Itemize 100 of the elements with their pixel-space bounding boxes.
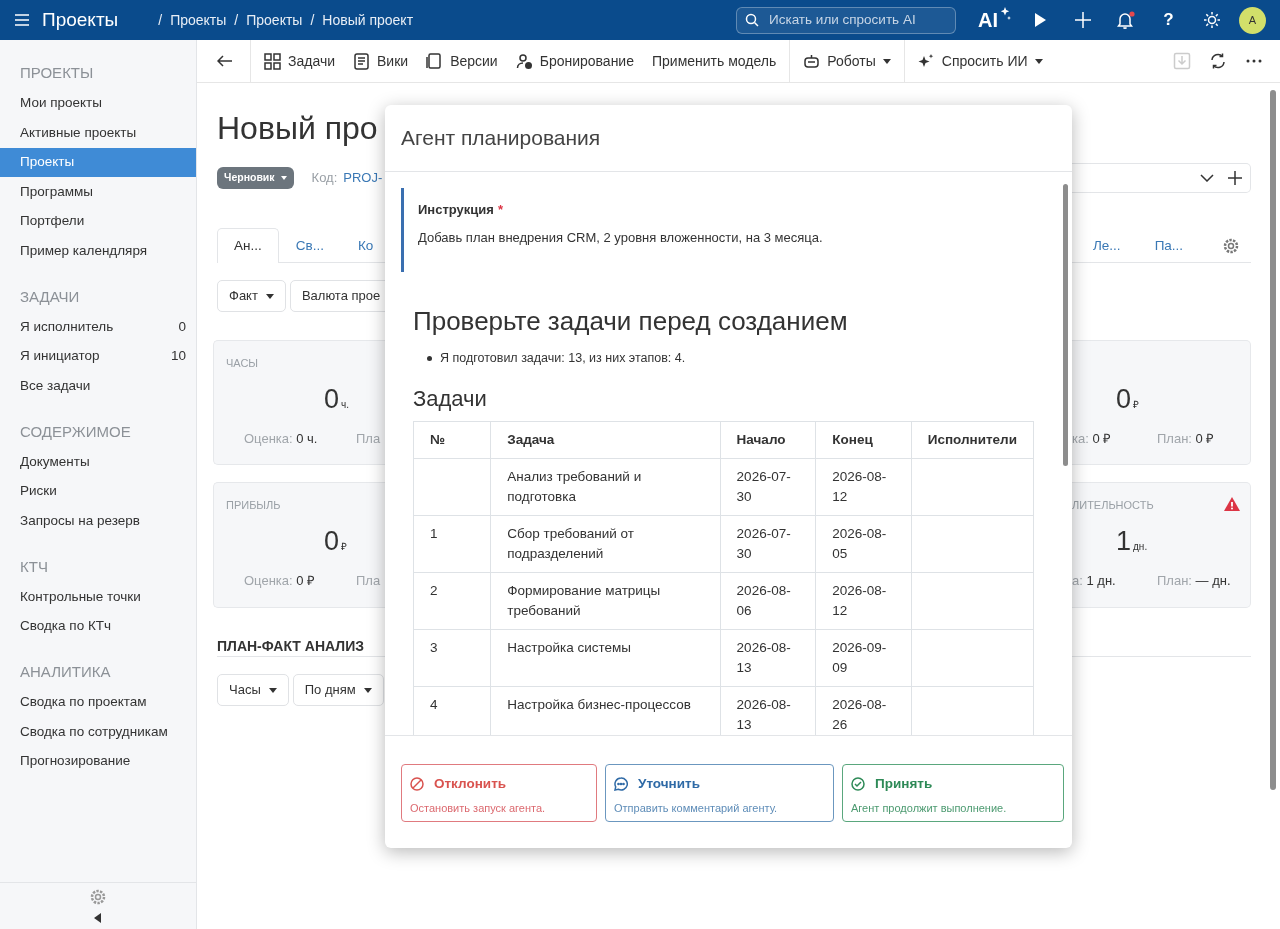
table-cell: Формирование матрицы требований (490, 572, 721, 630)
app-title[interactable]: Проекты (42, 5, 119, 35)
sidebar-item[interactable]: Пример календляря (20, 240, 148, 261)
sidebar-item[interactable]: Активные проекты (20, 122, 137, 143)
toolbar-button[interactable]: Задачи (255, 40, 344, 82)
sidebar-item[interactable]: Все задачи (20, 375, 91, 396)
sidebar-item[interactable]: Контрольные точки (20, 586, 141, 607)
toolbar-button[interactable]: Применить модель (643, 40, 786, 82)
estimate-text: а: 1 дн. (1072, 572, 1116, 590)
plan-text: План: — дн. (1157, 572, 1231, 590)
collapse-icon[interactable] (94, 913, 102, 923)
status-dropdown[interactable]: Черновик (217, 167, 294, 189)
toolbar-button[interactable]: Версии (417, 40, 507, 82)
sidebar-item[interactable]: Сводка по КТч (20, 616, 112, 637)
toolbar-button[interactable]: Роботы (794, 40, 900, 82)
scrollbar[interactable] (1063, 184, 1068, 466)
filter-dropdown[interactable]: Валюта прое (289, 280, 385, 312)
table-cell: Настройка системы (490, 629, 721, 687)
bell-icon[interactable] (1115, 10, 1136, 30)
filter-dropdown[interactable]: Часы (217, 674, 289, 706)
toolbar-button[interactable]: Бронирование (506, 40, 643, 82)
settings-icon[interactable] (90, 889, 106, 905)
section-heading: СОДЕРЖИМОЕ (19, 421, 132, 442)
filter-dropdown[interactable]: Факт (217, 280, 286, 312)
select-field[interactable] (1072, 163, 1251, 193)
sidebar-item[interactable]: Программы (20, 181, 93, 202)
code-link[interactable]: PROJ- (343, 168, 383, 188)
metric-value: 0₽ (324, 525, 348, 558)
metric-label: ЛИТЕЛЬНОСТЬ (1072, 498, 1154, 513)
accept-button[interactable]: Принять Агент продолжит выполнение. (842, 764, 1064, 822)
sidebar-item[interactable]: Документы (20, 451, 90, 472)
sidebar-item[interactable]: Я исполнитель (20, 316, 114, 337)
back-arrow-icon[interactable] (217, 55, 233, 67)
sidebar-item[interactable]: Я инициатор (20, 346, 100, 367)
table-cell: 2026-09-09 (815, 629, 912, 687)
tab[interactable]: Ан... (217, 228, 279, 263)
table-cell: Анализ требований и подготовка (490, 458, 721, 516)
item-count: 0 (178, 317, 186, 336)
bullet-text: Я подготовил задачи: 13, из них этапов: 4. (440, 350, 686, 367)
settings-icon[interactable] (1223, 238, 1239, 254)
cancel-icon (410, 777, 424, 792)
search-box[interactable]: Искать или спросить AI (736, 6, 956, 34)
help-button[interactable]: ? (1147, 7, 1190, 33)
tab[interactable]: Па... (1137, 228, 1201, 263)
required-mark: * (497, 201, 503, 219)
sidebar-item[interactable]: Мои проекты (20, 93, 102, 114)
table-cell: 2026-07-30 (720, 515, 816, 573)
sidebar-item[interactable]: Проекты (20, 152, 75, 173)
toolbar-button[interactable]: Вики (344, 40, 418, 82)
toolbar-button[interactable]: Спросить ИИ (908, 40, 1052, 82)
sidebar-item[interactable]: Сводка по проектам (20, 692, 147, 713)
breadcrumb-item: Новый проект (322, 10, 414, 30)
sidebar-item[interactable]: Портфели (20, 211, 85, 232)
tab[interactable]: Ле... (1076, 228, 1138, 263)
grid-icon (264, 52, 281, 70)
tab[interactable]: Ко (340, 228, 385, 263)
filter-dropdown[interactable]: По дням (292, 674, 384, 706)
document-icon (353, 52, 370, 70)
metric-label: ПРИБЫЛЬ (226, 498, 281, 513)
scrollbar[interactable] (1270, 90, 1276, 790)
play-icon[interactable] (1032, 12, 1047, 28)
breadcrumb-separator: / (158, 10, 163, 30)
breadcrumb-separator: / (234, 10, 239, 30)
table-cell: 2026-08-12 (815, 572, 912, 630)
section-heading: Проверьте задачи перед созданием (413, 305, 849, 338)
sidebar-item[interactable]: Запросы на резерв (20, 510, 140, 531)
avatar[interactable]: A (1239, 6, 1266, 34)
column-header: № (413, 421, 491, 459)
tab[interactable]: Св... (278, 228, 341, 263)
metric-label: ЧАСЫ (226, 356, 259, 371)
reject-button[interactable]: Отклонить Остановить запуск агента. (401, 764, 597, 822)
table-cell: 2026-08-06 (720, 572, 816, 630)
code-label: Код: (311, 169, 338, 188)
sidebar-item[interactable]: Сводка по сотрудникам (20, 721, 168, 742)
chevron-down-icon[interactable] (1200, 174, 1214, 182)
section-heading: Задачи (413, 384, 488, 413)
ai-button[interactable]: AI (972, 5, 1018, 35)
metric-value: 0 ч. (324, 383, 350, 416)
estimate-text: Оценка: 0 ₽ (244, 572, 316, 590)
search-field[interactable]: Искать или спросить AI (767, 8, 947, 32)
check-icon (851, 777, 865, 792)
breadcrumb-item[interactable]: Проекты (246, 9, 303, 31)
person-icon (515, 52, 533, 70)
sun-icon[interactable] (1202, 11, 1221, 29)
sidebar-item[interactable]: Риски (20, 481, 57, 502)
breadcrumb-item[interactable]: Проекты (170, 9, 227, 31)
section-heading: АНАЛИТИКА (19, 662, 112, 682)
table-cell: 3 (413, 629, 491, 687)
menu-icon[interactable] (14, 13, 30, 27)
plan-text: Пла (356, 572, 381, 590)
page-title: Новый про (217, 109, 379, 148)
clarify-button[interactable]: Уточнить Отправить комментарий агенту. (605, 764, 834, 822)
table-cell: 2026-08-12 (815, 458, 912, 516)
table-cell: 2026-08-13 (720, 629, 816, 687)
column-header: Задача (490, 421, 721, 459)
metric-value: 1 дн. (1116, 525, 1148, 558)
plus-icon[interactable] (1228, 171, 1242, 185)
column-header: Начало (720, 421, 816, 459)
refresh-icon[interactable] (1209, 52, 1227, 71)
sidebar-item[interactable]: Прогнозирование (20, 751, 131, 772)
